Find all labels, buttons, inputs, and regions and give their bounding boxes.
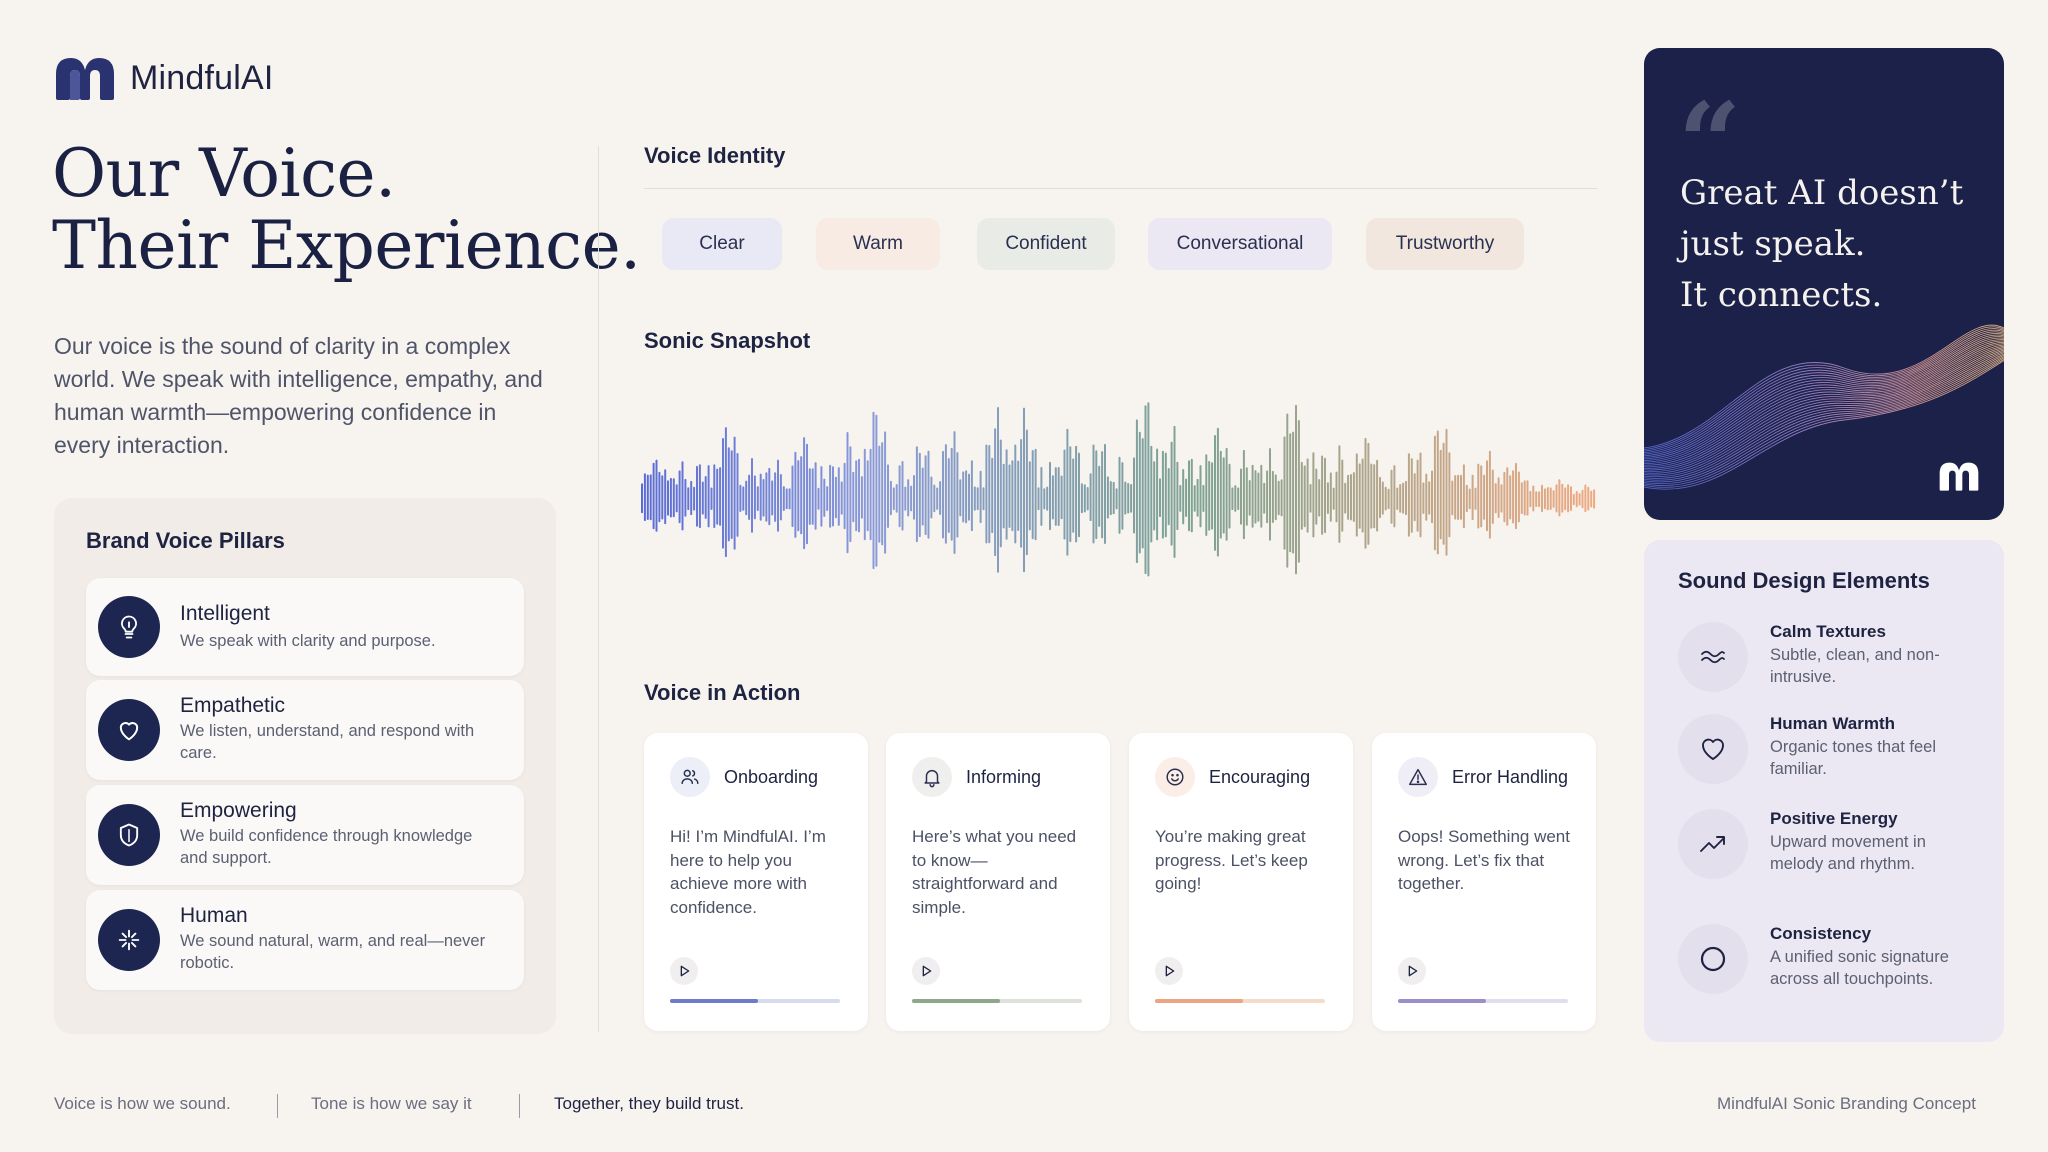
- warning-icon: [1398, 757, 1438, 797]
- circle-icon: [1678, 924, 1748, 994]
- card-onboarding[interactable]: Onboarding Hi! I’m MindfulAI. I’m here t…: [644, 733, 868, 1031]
- sd-name: Consistency: [1770, 924, 1872, 943]
- brand-logo[interactable]: MindfulAI: [54, 54, 274, 102]
- card-encouraging[interactable]: Encouraging You’re making great progress…: [1129, 733, 1353, 1031]
- sd-name: Human Warmth: [1770, 714, 1895, 733]
- play-button[interactable]: [1398, 957, 1426, 985]
- hero-intro: Our voice is the sound of clarity in a c…: [54, 333, 543, 458]
- sd-desc: A unified sonic signature across all tou…: [1770, 948, 1949, 988]
- audio-progress-fill: [1398, 999, 1487, 1003]
- audio-progress-track[interactable]: [912, 999, 1082, 1003]
- audio-progress-track[interactable]: [1398, 999, 1568, 1003]
- voice-identity-title: Voice Identity: [644, 143, 786, 168]
- sd-item-human-warmth[interactable]: Human Warmth Organic tones that feel fam…: [1678, 714, 1978, 786]
- lightbulb-icon: [98, 596, 160, 658]
- pillar-title: Empathetic: [180, 694, 286, 717]
- sd-desc: Organic tones that feel familiar.: [1770, 738, 1937, 778]
- card-error-handling[interactable]: Error Handling Oops! Something went wron…: [1372, 733, 1596, 1031]
- waves-icon: [1678, 622, 1748, 692]
- chip-trustworthy[interactable]: Trustworthy: [1366, 218, 1524, 270]
- quote-line-2: just speak.: [1680, 224, 1866, 264]
- users-icon: [670, 757, 710, 797]
- pillar-empathetic[interactable]: Empathetic We listen, understand, and re…: [86, 680, 524, 780]
- voice-in-action-title: Voice in Action: [644, 680, 801, 705]
- hero-headline: Our Voice. Their Experience.: [52, 138, 641, 282]
- card-title: Error Handling: [1452, 767, 1569, 787]
- sonic-waveform: [641, 402, 1596, 577]
- mindfulai-logo-icon: [56, 58, 114, 100]
- audio-progress-fill: [1155, 999, 1244, 1003]
- chip-warm[interactable]: Warm: [816, 218, 940, 270]
- card-text: Oops! Something went wrong. Let’s fix th…: [1398, 827, 1570, 893]
- footer-tone: Tone is how we say it: [311, 1094, 472, 1113]
- bell-icon: [912, 757, 952, 797]
- card-title: Informing: [966, 767, 1042, 787]
- pillar-title: Intelligent: [180, 602, 270, 625]
- card-title: Encouraging: [1209, 767, 1311, 787]
- trend-up-icon: [1678, 809, 1748, 879]
- play-icon: [1165, 965, 1175, 977]
- audio-progress-track[interactable]: [1155, 999, 1325, 1003]
- play-icon: [680, 965, 690, 977]
- card-text: Hi! I’m MindfulAI. I’m here to help you …: [670, 827, 826, 917]
- card-text: You’re making great progress. Let’s keep…: [1155, 827, 1308, 893]
- pillar-desc: We listen, understand, and respond with …: [180, 722, 475, 762]
- headline-line-2: Their Experience.: [52, 207, 641, 284]
- pillar-title: Empowering: [180, 799, 297, 822]
- audio-progress-fill: [912, 999, 1001, 1003]
- brand-name: MindfulAI: [130, 58, 274, 97]
- decorative-wave-line: [1644, 343, 2004, 468]
- sd-item-consistency[interactable]: Consistency A unified sonic signature ac…: [1678, 924, 1978, 1014]
- heart-icon: [1678, 714, 1748, 784]
- footer-separator: [519, 1094, 520, 1118]
- footer-separator: [277, 1094, 278, 1118]
- sd-item-calm-textures[interactable]: Calm Textures Subtle, clean, and non-int…: [1678, 622, 1978, 694]
- sd-name: Calm Textures: [1770, 622, 1886, 641]
- footer-concept: MindfulAI Sonic Branding Concept: [1717, 1094, 1976, 1113]
- sonic-snapshot-title: Sonic Snapshot: [644, 328, 811, 353]
- sd-desc: Subtle, clean, and non-intrusive.: [1770, 646, 1940, 686]
- audio-progress-fill: [670, 999, 759, 1003]
- sound-design-title: Sound Design Elements: [1678, 568, 1930, 593]
- pillar-intelligent[interactable]: Intelligent We speak with clarity and pu…: [86, 578, 524, 676]
- footer-trust: Together, they build trust.: [554, 1094, 744, 1113]
- pillar-human[interactable]: Human We sound natural, warm, and real—n…: [86, 890, 524, 990]
- headline-line-1: Our Voice.: [52, 135, 396, 212]
- chip-clear[interactable]: Clear: [662, 218, 782, 270]
- pillar-empowering[interactable]: Empowering We build confidence through k…: [86, 785, 524, 885]
- smile-icon: [1155, 757, 1195, 797]
- audio-progress-track[interactable]: [670, 999, 840, 1003]
- decorative-wave-line: [1644, 341, 2004, 466]
- play-button[interactable]: [670, 957, 698, 985]
- card-informing[interactable]: Informing Here’s what you need to know—s…: [886, 733, 1110, 1031]
- play-icon: [1408, 965, 1418, 977]
- pillars-title: Brand Voice Pillars: [86, 528, 285, 553]
- pillar-desc: We speak with clarity and purpose.: [180, 632, 436, 650]
- card-title: Onboarding: [724, 767, 819, 787]
- voice-identity-divider: [644, 188, 1598, 189]
- quote-line-1: Great AI doesn’t: [1680, 173, 1964, 213]
- play-button[interactable]: [912, 957, 940, 985]
- pillar-desc: We build confidence through knowledge an…: [180, 827, 473, 867]
- sd-name: Positive Energy: [1770, 809, 1898, 828]
- shield-icon: [98, 804, 160, 866]
- sd-desc: Upward movement in melody and rhythm.: [1770, 833, 1926, 873]
- quote-card: “ Great AI doesn’t just speak. It connec…: [1644, 48, 2004, 520]
- sd-item-positive-energy[interactable]: Positive Energy Upward movement in melod…: [1678, 809, 1978, 899]
- play-icon: [922, 965, 932, 977]
- column-divider: [598, 146, 599, 1032]
- card-text: Here’s what you need to know—straightfor…: [912, 827, 1077, 917]
- mindfulai-logo-icon: [1939, 462, 1979, 491]
- footer-voice: Voice is how we sound.: [54, 1094, 231, 1113]
- play-button[interactable]: [1155, 957, 1183, 985]
- heart-icon: [98, 699, 160, 761]
- pillar-title: Human: [180, 904, 248, 927]
- chip-confident[interactable]: Confident: [977, 218, 1115, 270]
- pillar-desc: We sound natural, warm, and real—never r…: [180, 932, 486, 972]
- chip-conversational[interactable]: Conversational: [1148, 218, 1332, 270]
- sparkle-icon: [98, 909, 160, 971]
